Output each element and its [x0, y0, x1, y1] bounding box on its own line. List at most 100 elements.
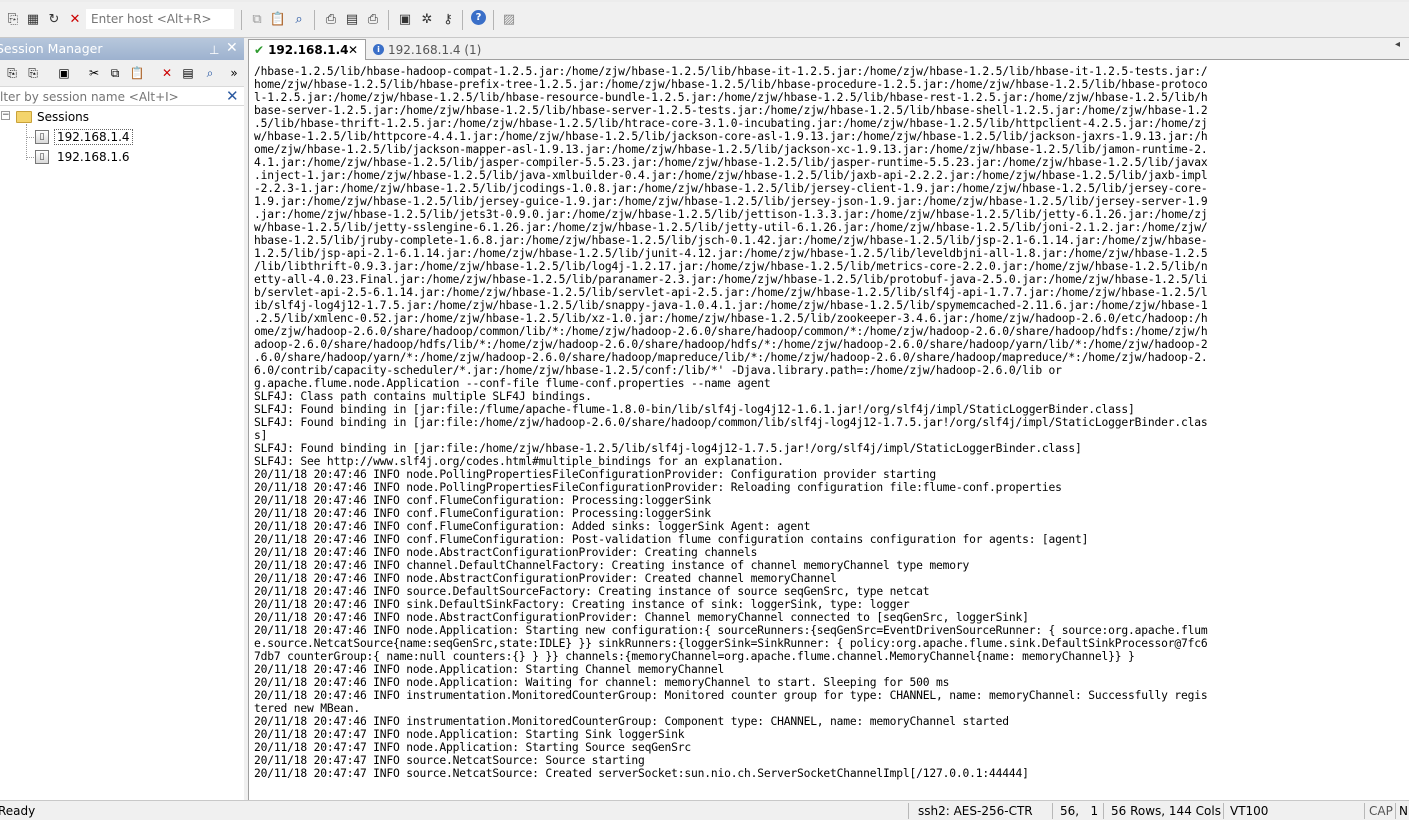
terminal-line: 20/11/18 20:47:46 INFO sink.DefaultSinkF…	[254, 598, 910, 611]
terminal-line: 1.2.5/lib/jsp-api-2.1-6.1.14.jar:/home/z…	[254, 247, 1208, 260]
status-cursor: 56, 1	[1060, 804, 1099, 818]
terminal-line: 7db7 counterGroup:{ name:null counters:{…	[254, 650, 1135, 663]
tab-scroll-left-icon[interactable]: ◂	[1395, 39, 1400, 50]
tree-connector	[26, 157, 34, 158]
session-filter-input[interactable]	[0, 88, 220, 105]
terminal-line: SLF4J: Class path contains multiple SLF4…	[254, 390, 592, 403]
terminal-line: 20/11/18 20:47:46 INFO node.AbstractConf…	[254, 572, 837, 585]
terminal-line: 20/11/18 20:47:46 INFO node.PollingPrope…	[254, 468, 936, 481]
status-ready: Ready	[0, 804, 36, 818]
delete-icon[interactable]: ✕	[159, 65, 175, 81]
terminal-line: .6.0/share/hadoop/yarn/*:/home/zjw/hadoo…	[254, 351, 1208, 364]
tab-session-inactive[interactable]: i 192.168.1.4 (1)	[368, 39, 483, 60]
host-input[interactable]	[86, 9, 234, 29]
session-tree: − Sessions ▯ 192.168.1.4 ▯ 192.168.1.6	[0, 106, 244, 800]
close-icon[interactable]: ✕	[226, 38, 238, 58]
status-emulation: VT100	[1230, 804, 1269, 818]
connect-icon[interactable]: ⎘	[4, 10, 22, 28]
connected-check-icon: ✔	[254, 43, 265, 57]
tree-connector	[26, 137, 34, 138]
clear-filter-icon[interactable]: ✕	[226, 87, 239, 105]
terminal-line: .inject-1.jar:/home/zjw/hbase-1.2.5/lib/…	[254, 169, 1208, 182]
new-folder-icon[interactable]: ▣	[56, 65, 72, 81]
toolbar-separator	[314, 10, 315, 30]
terminal-line: hbase-1.2.5/lib/jruby-complete-1.6.8.jar…	[254, 234, 1208, 247]
terminal-line: 20/11/18 20:47:46 INFO node.Application:…	[254, 663, 725, 676]
toolbar-separator	[388, 10, 389, 30]
more-icon[interactable]: »	[229, 65, 239, 81]
copy-icon[interactable]: ⧉	[107, 65, 123, 81]
terminal-line: 20/11/18 20:47:46 INFO conf.FlumeConfigu…	[254, 507, 711, 520]
terminal-line: 20/11/18 20:47:47 INFO node.Application:…	[254, 728, 685, 741]
status-separator	[1395, 803, 1396, 819]
cut-icon[interactable]: ✂	[86, 65, 102, 81]
toolbar-separator	[241, 10, 242, 30]
paste-icon[interactable]: 📋	[269, 10, 287, 28]
global-options-icon[interactable]: ✲	[418, 10, 436, 28]
terminal-line: 1.9.jar:/home/zjw/hbase-1.2.5/lib/jersey…	[254, 195, 1208, 208]
status-cipher: ssh2: AES-256-CTR	[918, 804, 1033, 818]
terminal-line: .2.5/lib/xmlenc-0.52.jar:/home/zjw/hbase…	[254, 312, 1208, 325]
disconnect-icon[interactable]: ✕	[66, 10, 84, 28]
copy-icon[interactable]: ⧉	[248, 10, 266, 28]
find-icon[interactable]: ⌕	[202, 65, 218, 81]
session-options-icon[interactable]: ▣	[396, 10, 414, 28]
terminal-line: e.source.NetcatSource{name:seqGenSrc,sta…	[254, 637, 1208, 650]
terminal-line: ome/zjw/hadoop-2.6.0/share/hadoop/common…	[254, 325, 1208, 338]
print-screen-icon[interactable]: ⎙	[364, 10, 382, 28]
terminal-line: .5/lib/hbase-thrift-1.2.5.jar:/home/zjw/…	[254, 117, 1208, 130]
terminal-lines: /hbase-1.2.5/lib/hbase-hadoop-compat-1.2…	[254, 65, 1208, 780]
terminal-line: 20/11/18 20:47:46 INFO conf.FlumeConfigu…	[254, 494, 711, 507]
reconnect-icon[interactable]: ↻	[45, 10, 63, 28]
terminal-line: 20/11/18 20:47:46 INFO instrumentation.M…	[254, 689, 1208, 702]
connect-in-tab-icon[interactable]: ⎘	[25, 65, 41, 81]
session-manager-header: Session Manager ⊥ ✕	[0, 38, 244, 60]
lock-icon[interactable]: ▨	[500, 10, 518, 28]
terminal-line: w/hbase-1.2.5/lib/jetty-sslengine-6.1.26…	[254, 221, 1208, 234]
toolbar-separator	[462, 10, 463, 30]
connect-icon[interactable]: ⎘	[4, 65, 20, 81]
status-caps: CAP	[1369, 804, 1393, 818]
session-manager-toolbar: ⎘ ⎘ ▣ ✂ ⧉ 📋 ✕ ▤ ⌕ »	[0, 60, 244, 86]
terminal-line: SLF4J: See http://www.slf4j.org/codes.ht…	[254, 455, 784, 468]
status-separator	[1103, 803, 1104, 819]
close-tab-icon[interactable]: ✕	[348, 43, 358, 57]
main-toolbar: ⎘ ▦ ↻ ✕ ⧉ 📋 ⌕ ⎙ ▤ ⎙ ▣ ✲ ⚷ ? ▨	[0, 0, 1409, 38]
find-icon[interactable]: ⌕	[290, 10, 308, 28]
key-icon[interactable]: ⚷	[439, 10, 457, 28]
terminal-line: 20/11/18 20:47:47 INFO source.NetcatSour…	[254, 754, 645, 767]
status-separator	[1052, 803, 1053, 819]
pin-icon[interactable]: ⊥	[209, 40, 219, 60]
status-separator	[1223, 803, 1224, 819]
collapse-icon[interactable]: −	[1, 111, 10, 120]
menu-strip-remnant	[0, 0, 1409, 2]
terminal-line: -2.2.3-1.jar:/home/zjw/hbase-1.2.5/lib/j…	[254, 182, 1208, 195]
quick-connect-icon[interactable]: ▦	[24, 10, 42, 28]
session-tab-bar: ✔ 192.168.1.4 ✕ i 192.168.1.4 (1)	[248, 38, 1409, 60]
terminal-line: SLF4J: Found binding in [jar:file:/home/…	[254, 442, 1082, 455]
terminal-output[interactable]: /hbase-1.2.5/lib/hbase-hadoop-compat-1.2…	[248, 60, 1409, 800]
session-filter: ✕	[0, 86, 244, 106]
session-icon: ▯	[35, 130, 49, 144]
terminal-line: 20/11/18 20:47:46 INFO node.PollingPrope…	[254, 481, 1062, 494]
toolbar-separator	[493, 10, 494, 30]
terminal-line: 20/11/18 20:47:46 INFO source.DefaultSou…	[254, 585, 930, 598]
paste-icon[interactable]: 📋	[129, 65, 145, 81]
properties-icon[interactable]: ▤	[180, 65, 196, 81]
terminal-line: adoop-2.6.0/share/hadoop/hdfs/lib/*:/hom…	[254, 338, 1208, 351]
session-manager-title: Session Manager	[0, 41, 103, 56]
help-icon[interactable]: ?	[471, 10, 486, 25]
tree-item-session-1[interactable]: ▯ 192.168.1.4	[35, 128, 133, 146]
tab-session-active[interactable]: ✔ 192.168.1.4 ✕	[248, 39, 366, 60]
tree-item-session-2[interactable]: ▯ 192.168.1.6	[35, 148, 130, 166]
terminal-line: 20/11/18 20:47:46 INFO node.Application:…	[254, 624, 1208, 637]
terminal-line: b/servlet-api-2.5-6.1.14.jar:/home/zjw/h…	[254, 286, 1208, 299]
terminal-line: s]	[254, 429, 268, 442]
print-setup-icon[interactable]: ▤	[343, 10, 361, 28]
print-icon[interactable]: ⎙	[322, 10, 340, 28]
terminal-line: 20/11/18 20:47:46 INFO node.AbstractConf…	[254, 546, 758, 559]
terminal-line: 20/11/18 20:47:47 INFO source.NetcatSour…	[254, 767, 1029, 780]
folder-icon	[16, 111, 32, 123]
terminal-line: 20/11/18 20:47:46 INFO node.Application:…	[254, 676, 950, 689]
terminal-line: ib/slf4j-log4j12-1.7.5.jar:/home/zjw/hba…	[254, 299, 1208, 312]
